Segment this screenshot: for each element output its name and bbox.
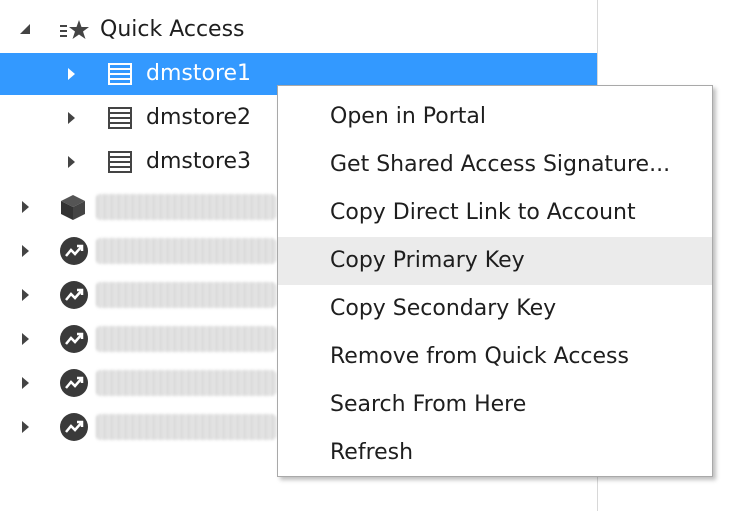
expand-arrow-icon[interactable] [20, 24, 30, 34]
quick-access-icon [60, 19, 90, 45]
trend-icon [60, 237, 88, 265]
redacted-text [96, 414, 276, 440]
tree-node-label: dmstore1 [146, 61, 252, 86]
quick-access-label: Quick Access [100, 17, 245, 42]
menu-item-copy-primary-key[interactable]: Copy Primary Key [278, 237, 712, 285]
menu-item-open-in-portal[interactable]: Open in Portal [278, 93, 712, 141]
trend-icon [60, 413, 88, 441]
tree-node-label: dmstore2 [146, 105, 252, 130]
trend-icon [60, 281, 88, 309]
redacted-text [96, 370, 276, 396]
expand-arrow-icon[interactable] [22, 201, 29, 213]
menu-item-get-sas[interactable]: Get Shared Access Signature... [278, 141, 712, 189]
trend-icon [60, 369, 88, 397]
menu-item-remove-quick-access[interactable]: Remove from Quick Access [278, 333, 712, 381]
expand-arrow-icon[interactable] [22, 333, 29, 345]
expand-arrow-icon[interactable] [22, 377, 29, 389]
cube-icon [58, 193, 88, 225]
tree-node-quick-access[interactable]: Quick Access [0, 8, 597, 52]
trend-icon [60, 325, 88, 353]
storage-table-icon [108, 151, 132, 173]
menu-item-search-from-here[interactable]: Search From Here [278, 381, 712, 429]
context-menu: Open in Portal Get Shared Access Signatu… [277, 85, 713, 477]
expand-arrow-icon[interactable] [68, 68, 75, 80]
tree-node-label: dmstore3 [146, 149, 252, 174]
menu-item-refresh[interactable]: Refresh [278, 429, 712, 477]
menu-item-copy-direct-link[interactable]: Copy Direct Link to Account [278, 189, 712, 237]
expand-arrow-icon[interactable] [68, 156, 75, 168]
menu-item-copy-secondary-key[interactable]: Copy Secondary Key [278, 285, 712, 333]
expand-arrow-icon[interactable] [22, 421, 29, 433]
redacted-text [96, 238, 276, 264]
storage-table-icon [108, 107, 132, 129]
expand-arrow-icon[interactable] [22, 245, 29, 257]
redacted-text [96, 326, 276, 352]
expand-arrow-icon[interactable] [68, 112, 75, 124]
redacted-text [96, 194, 276, 220]
storage-table-icon [108, 63, 132, 85]
expand-arrow-icon[interactable] [22, 289, 29, 301]
redacted-text [96, 282, 276, 308]
